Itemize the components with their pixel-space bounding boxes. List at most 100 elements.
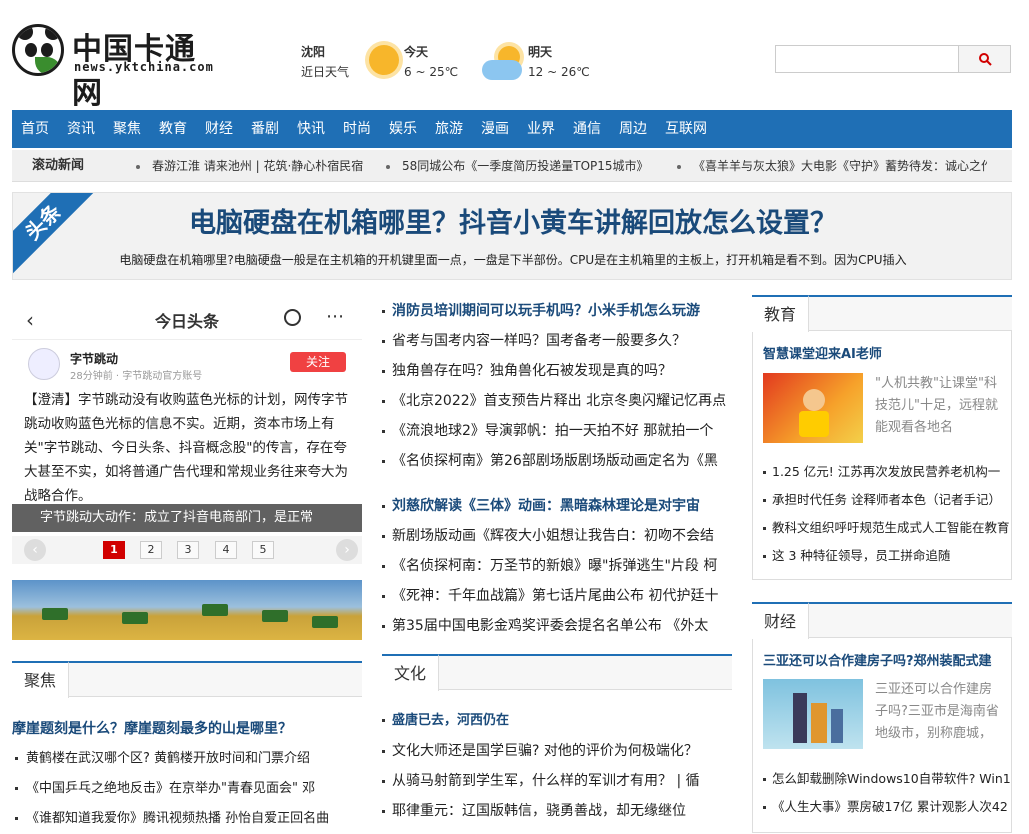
list-item[interactable]: 黄鹤楼在武汉哪个区? 黄鹤楼开放时间和门票介绍: [12, 744, 362, 774]
city-sub: 近日天气: [301, 65, 350, 79]
list-lead[interactable]: 消防员培训期间可以玩手机吗？小米手机怎么玩游: [382, 296, 732, 326]
nav-item-fashion[interactable]: 时尚: [343, 110, 371, 148]
search-icon: [978, 53, 992, 66]
site-logo[interactable]: 中国卡通网 news.yktchina.com: [12, 22, 222, 111]
search-input[interactable]: [776, 46, 959, 72]
headline-summary: 电脑硬盘在机箱哪里?电脑硬盘一般是在主机箱的开机键里面一点，一盘是下半部份。CP…: [119, 253, 907, 267]
slide-caption[interactable]: 字节跳动大动作：成立了抖音电商部门，是正常: [12, 504, 362, 532]
page-4[interactable]: 4: [215, 541, 237, 559]
nav-item-home[interactable]: 首页: [21, 110, 49, 148]
middle-news-list-2: 刘慈欣解读《三体》动画：黑暗森林理论是对宇宙 新剧场版动画《辉夜大小姐想让我告白…: [382, 491, 732, 641]
nav-item-travel[interactable]: 旅游: [435, 110, 463, 148]
more-icon: ⋯: [326, 306, 345, 327]
follow-button: 关注: [290, 352, 346, 372]
education-summary: "人机共教"让课堂"科技范儿"十足，远程就能观看各地名: [875, 376, 998, 435]
weather-today: 今天 6 ~ 25℃: [404, 42, 458, 82]
prev-arrow-icon[interactable]: ‹: [24, 539, 46, 561]
list-item[interactable]: 文化大师还是国学巨骗? 对他的评价为何极端化？: [382, 736, 732, 766]
nav-item-entertainment[interactable]: 娱乐: [389, 110, 417, 148]
list-item[interactable]: 《北京2022》首支预告片释出 北京冬奥闪耀记忆再点: [382, 386, 732, 416]
nav-item-flash[interactable]: 快讯: [297, 110, 325, 148]
focus-lead[interactable]: 摩崖题刻是什么？摩崖题刻最多的山是哪里？: [12, 714, 362, 744]
tomorrow-label: 明天: [528, 45, 553, 59]
page-2[interactable]: 2: [140, 541, 162, 559]
nav-item-finance[interactable]: 财经: [205, 110, 233, 148]
city-name: 沈阳: [301, 45, 326, 59]
list-item[interactable]: 独角兽存在吗？独角兽化石被发现是真的吗？: [382, 356, 732, 386]
today-label: 今天: [404, 45, 429, 59]
nav-item-education[interactable]: 教育: [159, 110, 187, 148]
page-3[interactable]: 3: [177, 541, 199, 559]
tab-culture[interactable]: 文化: [382, 654, 440, 691]
list-item[interactable]: 教科文组织呼吁规范生成式人工智能在教育: [753, 514, 1011, 542]
finance-summary: 三亚还可以合作建房子吗?三亚市是海南省地级市，别称鹿城，: [875, 682, 999, 741]
tomorrow-temp: 12 ~ 26℃: [528, 65, 590, 79]
ticker-item[interactable]: 《喜羊羊与灰太狼》大电影《守护》蓄势待发：诚心之作: [677, 150, 987, 181]
list-item[interactable]: 《流浪地球2》导演郭帆：拍一天拍不好 那就拍一个: [382, 416, 732, 446]
page-1[interactable]: 1: [103, 541, 125, 559]
list-item[interactable]: 《名侦探柯南：万圣节的新娘》曝"拆弹逃生"片段 柯: [382, 551, 732, 581]
weather-city: 沈阳 近日天气: [301, 42, 349, 82]
section-header-education: 教育: [752, 295, 1012, 332]
nav-item-news[interactable]: 资讯: [67, 110, 95, 148]
list-item[interactable]: 《中国乒乓之绝地反击》在京举办"青春见面会" 邓: [12, 774, 362, 804]
list-item[interactable]: 省考与国考内容一样吗？国考备考一般要多久？: [382, 326, 732, 356]
list-item[interactable]: 第35届中国电影金鸡奖评委会提名名单公布 《外太: [382, 611, 732, 641]
list-item[interactable]: 《名侦探柯南》第26部剧场版剧场版动画定名为《黑: [382, 446, 732, 476]
nav-item-merch[interactable]: 周边: [619, 110, 647, 148]
nav-item-comics[interactable]: 漫画: [481, 110, 509, 148]
list-item[interactable]: 《人生大事》票房破17亿 累计观影人次42: [753, 793, 1011, 821]
page-5[interactable]: 5: [252, 541, 274, 559]
slide-image[interactable]: ‹ 今日头条 ⋯ 字节跳动 28分钟前 · 字节跳动官方账号 关注 【澄清】字节…: [12, 296, 362, 532]
finance-lead[interactable]: 三亚还可以合作建房子吗?郑州装配式建: [753, 648, 1011, 676]
culture-lead[interactable]: 盛唐已去，河西仍在: [382, 706, 732, 736]
focus-list: 摩崖题刻是什么？摩崖题刻最多的山是哪里？ 黄鹤楼在武汉哪个区? 黄鹤楼开放时间和…: [12, 714, 362, 834]
section-header-focus: 聚焦: [12, 661, 362, 698]
ticker-label: 滚动新闻: [32, 158, 85, 173]
tab-education[interactable]: 教育: [752, 295, 810, 332]
list-item[interactable]: 承担时代任务 诠释师者本色（记者手记）: [753, 486, 1011, 514]
education-lead[interactable]: 智慧课堂迎来AI老师: [753, 341, 1011, 369]
ticker-item[interactable]: 春游江淮 请来池州 | 花筑·静心朴宿民宿: [136, 150, 363, 181]
list-item[interactable]: 《谁都知道我爱你》腾讯视频热播 孙怡自爱正回名曲: [12, 804, 362, 834]
today-temp: 6 ~ 25℃: [404, 65, 459, 79]
list-lead[interactable]: 刘慈欣解读《三体》动画：黑暗森林理论是对宇宙: [382, 491, 732, 521]
app-title: 今日头条: [154, 312, 219, 331]
list-item[interactable]: 新剧场版动画《辉夜大小姐想让我告白：初吻不会结: [382, 521, 732, 551]
tab-finance[interactable]: 财经: [752, 602, 810, 639]
account-name: 字节跳动: [70, 352, 119, 366]
search-button[interactable]: [958, 46, 1010, 72]
education-thumbnail[interactable]: [763, 373, 863, 443]
weather-tomorrow: 明天 12 ~ 26℃: [528, 42, 590, 82]
nav-item-anime[interactable]: 番剧: [251, 110, 279, 148]
nav-item-internet[interactable]: 互联网: [665, 110, 707, 148]
search-box: [775, 45, 1011, 73]
sunny-icon: [369, 45, 399, 75]
finance-thumbnail[interactable]: [763, 679, 863, 749]
section-header-culture: 文化: [382, 654, 732, 691]
education-box: 教育 智慧课堂迎来AI老师 "人机共教"让课堂"科技范儿"十足，远程就能观看各地…: [752, 295, 1012, 580]
ticker-item[interactable]: 58同城公布《一季度简历投递量TOP15城市》: [386, 150, 649, 181]
harvest-banner-image[interactable]: [12, 580, 362, 640]
slide-pager: ‹ 1 2 3 4 5 ›: [12, 536, 362, 564]
tab-focus[interactable]: 聚焦: [12, 661, 70, 698]
search-icon: [284, 309, 301, 326]
list-item[interactable]: 耶律重元：辽国版韩信，骁勇善战，却无缘继位: [382, 796, 732, 826]
list-item[interactable]: 这 3 种特征领导，员工拼命追随: [753, 542, 1011, 570]
next-arrow-icon[interactable]: ›: [336, 539, 358, 561]
logo-subtitle: news.yktchina.com: [74, 60, 214, 74]
middle-news-list-1: 消防员培训期间可以玩手机吗？小米手机怎么玩游 省考与国考内容一样吗？国考备考一般…: [382, 296, 732, 476]
list-item[interactable]: 怎么卸载删除Windows10自带软件? Win10无: [753, 765, 1011, 793]
headline-title[interactable]: 电脑硬盘在机箱哪里？抖音小黄车讲解回放怎么设置？: [13, 201, 1011, 240]
list-item[interactable]: 《死神：千年血战篇》第七话片尾曲公布 初代护廷十: [382, 581, 732, 611]
news-ticker: 滚动新闻 春游江淮 请来池州 | 花筑·静心朴宿民宿 58同城公布《一季度简历投…: [12, 150, 1012, 182]
nav-item-telecom[interactable]: 通信: [573, 110, 601, 148]
list-item[interactable]: 1.25 亿元! 江苏再次发放民营养老机构一: [753, 458, 1011, 486]
finance-box: 财经 三亚还可以合作建房子吗?郑州装配式建 三亚还可以合作建房子吗?三亚市是海南…: [752, 602, 1012, 833]
nav-item-focus[interactable]: 聚焦: [113, 110, 141, 148]
list-item[interactable]: 从骑马射箭到学生军，什么样的军训才有用？ | 循: [382, 766, 732, 796]
avatar: [28, 348, 60, 380]
culture-list: 盛唐已去，河西仍在 文化大师还是国学巨骗? 对他的评价为何极端化？ 从骑马射箭到…: [382, 706, 732, 826]
nav-item-industry[interactable]: 业界: [527, 110, 555, 148]
panda-logo-icon: [12, 24, 64, 76]
